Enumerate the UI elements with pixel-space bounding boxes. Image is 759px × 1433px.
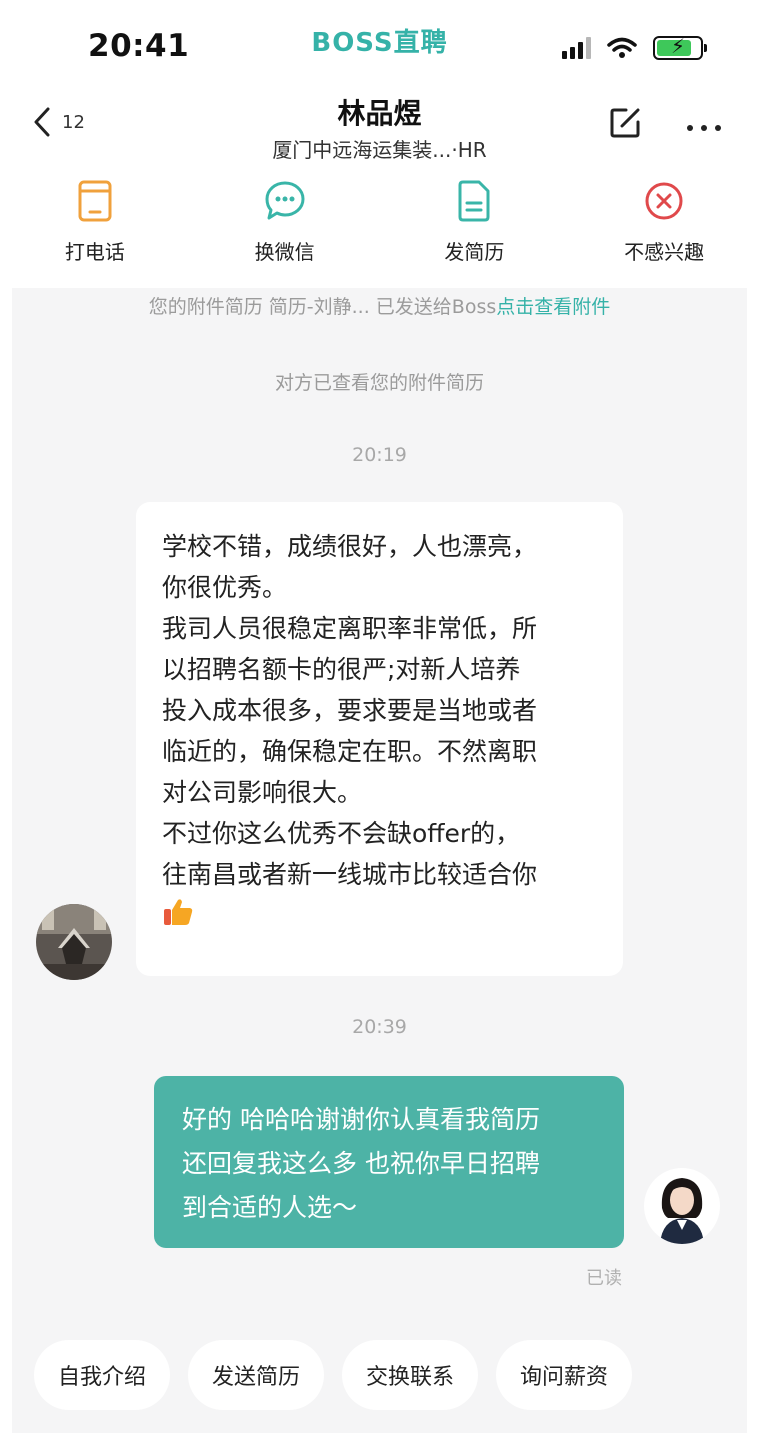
action-bar: 打电话 换微信 发简历 不感兴趣 xyxy=(0,178,759,286)
quick-reply-exchange-contact[interactable]: 交换联系 xyxy=(342,1340,479,1410)
wechat-label: 换微信 xyxy=(254,240,315,264)
chat-header: 12 林品煜 厦门中远海运集装...·HR xyxy=(0,90,759,170)
view-attachment-link[interactable]: 点击查看附件 xyxy=(496,296,610,318)
signal-icon xyxy=(562,37,591,59)
contact-company: 厦门中远海运集装...·HR xyxy=(272,138,487,162)
thumbs-up-emoji xyxy=(164,899,193,925)
outgoing-message-text: 好的 哈哈哈谢谢你认真看我简历 还回复我这么多 也祝你早日招聘 到合适的人选～ xyxy=(182,1105,540,1222)
resume-viewed-notice: 对方已查看您的附件简历 xyxy=(274,372,484,394)
read-status: 已读 xyxy=(586,1268,622,1289)
more-icon xyxy=(687,125,721,131)
message-timestamp: 20:39 xyxy=(352,1016,407,1038)
hr-avatar[interactable] xyxy=(36,904,112,980)
battery-icon: ⚡ xyxy=(653,34,707,60)
quick-reply-ask-salary[interactable]: 询问薪资 xyxy=(496,1340,633,1410)
status-bar: 20:41 BOSS直聘 ⚡ xyxy=(0,0,759,90)
call-button[interactable]: 打电话 xyxy=(0,178,190,286)
resume-sent-notice: 您的附件简历 简历-刘静... 已发送给Boss点击查看附件 xyxy=(12,292,747,319)
wifi-icon xyxy=(607,37,637,58)
resume-icon xyxy=(451,178,497,224)
status-icons: ⚡ xyxy=(562,34,707,60)
incoming-message-text: 学校不错，成绩很好，人也漂亮， 你很优秀。 我司人员很稳定离职率非常低，所 以招… xyxy=(162,532,538,889)
edit-icon xyxy=(610,108,640,138)
not-interested-label: 不感兴趣 xyxy=(624,240,705,264)
edit-button[interactable] xyxy=(608,106,642,144)
send-resume-button[interactable]: 发简历 xyxy=(380,178,570,286)
more-button[interactable] xyxy=(686,110,722,140)
quick-reply-intro[interactable]: 自我介绍 xyxy=(34,1340,171,1410)
contact-name: 林品煜 xyxy=(337,97,422,130)
quick-reply-send-resume[interactable]: 发送简历 xyxy=(188,1340,325,1410)
incoming-message[interactable]: 学校不错，成绩很好，人也漂亮， 你很优秀。 我司人员很稳定离职率非常低，所 以招… xyxy=(136,502,623,976)
phone-icon xyxy=(72,178,118,224)
my-avatar[interactable] xyxy=(644,1168,720,1244)
message-timestamp: 20:19 xyxy=(352,444,407,466)
outgoing-message[interactable]: 好的 哈哈哈谢谢你认真看我简历 还回复我这么多 也祝你早日招聘 到合适的人选～ xyxy=(154,1076,624,1248)
wechat-button[interactable]: 换微信 xyxy=(190,178,380,286)
send-resume-label: 发简历 xyxy=(444,240,505,264)
wechat-icon xyxy=(262,178,308,224)
quick-reply-bar: 自我介绍 发送简历 交换联系 询问薪资 xyxy=(34,1340,633,1410)
chat-area[interactable]: 您的附件简历 简历-刘静... 已发送给Boss点击查看附件 对方已查看您的附件… xyxy=(12,288,747,1433)
resume-sent-text: 您的附件简历 简历-刘静... 已发送给Boss xyxy=(148,296,497,318)
call-label: 打电话 xyxy=(64,240,125,264)
charging-icon: ⚡ xyxy=(670,34,686,58)
close-circle-icon xyxy=(641,178,687,224)
not-interested-button[interactable]: 不感兴趣 xyxy=(569,178,759,286)
